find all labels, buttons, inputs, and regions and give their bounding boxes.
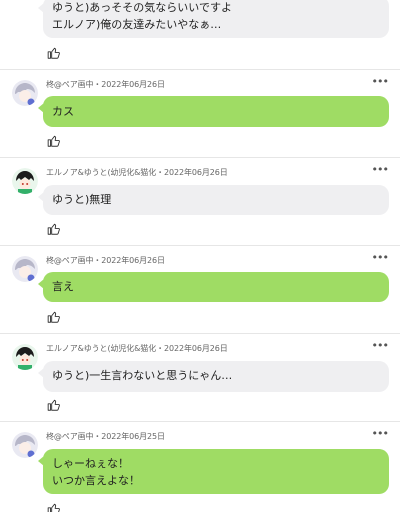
thumbs-up-icon[interactable] — [47, 310, 61, 324]
avatar[interactable] — [12, 256, 38, 282]
comment-feed: ゆうと)あっそその気ならいいですよ エルノア)俺の友達みたいやなぁ… 柊@ペア画… — [0, 0, 400, 512]
more-options-icon[interactable]: ••• — [372, 339, 389, 352]
comment-post: ゆうと)あっそその気ならいいですよ エルノア)俺の友達みたいやなぁ… — [0, 0, 400, 70]
comment-post: エルノア&ゆうと(幼児化&猫化・2022年06月26日 ••• ゆうと)一生言わ… — [0, 334, 400, 422]
avatar[interactable] — [12, 344, 38, 370]
message-bubble: ゆうと)一生言わないと思うにゃん… — [38, 361, 389, 392]
message-bubble: カス — [38, 96, 389, 127]
comment-post: エルノア&ゆうと(幼児化&猫化・2022年06月26日 ••• ゆうと)無理 — [0, 158, 400, 246]
message-bubble: ゆうと)あっそその気ならいいですよ エルノア)俺の友達みたいやなぁ… — [38, 0, 389, 38]
more-options-icon[interactable]: ••• — [372, 427, 389, 440]
author-meta[interactable]: エルノア&ゆうと(幼児化&猫化・2022年06月26日 — [46, 167, 228, 178]
thumbs-up-icon[interactable] — [47, 398, 61, 412]
avatar[interactable] — [12, 168, 38, 194]
avatar[interactable] — [12, 432, 38, 458]
more-options-icon[interactable]: ••• — [372, 75, 389, 88]
author-meta[interactable]: 柊@ペア画中・2022年06月26日 — [46, 79, 165, 90]
thumbs-up-icon[interactable] — [47, 46, 61, 60]
author-meta[interactable]: 柊@ペア画中・2022年06月25日 — [46, 431, 165, 442]
avatar[interactable] — [12, 80, 38, 106]
thumbs-up-icon[interactable] — [47, 222, 61, 236]
more-options-icon[interactable]: ••• — [372, 163, 389, 176]
message-bubble: 言え — [38, 272, 389, 302]
author-meta[interactable]: エルノア&ゆうと(幼児化&猫化・2022年06月26日 — [46, 343, 228, 354]
comment-post: 柊@ペア画中・2022年06月25日 ••• しゃーねぇな！ いつか言えよな！ — [0, 422, 400, 512]
comment-post: 柊@ペア画中・2022年06月26日 ••• 言え — [0, 246, 400, 334]
comment-post: 柊@ペア画中・2022年06月26日 ••• カス — [0, 70, 400, 158]
message-bubble: ゆうと)無理 — [38, 185, 389, 215]
thumbs-up-icon[interactable] — [47, 502, 61, 512]
message-bubble: しゃーねぇな！ いつか言えよな！ — [38, 449, 389, 494]
thumbs-up-icon[interactable] — [47, 134, 61, 148]
author-meta[interactable]: 柊@ペア画中・2022年06月26日 — [46, 255, 165, 266]
more-options-icon[interactable]: ••• — [372, 251, 389, 264]
